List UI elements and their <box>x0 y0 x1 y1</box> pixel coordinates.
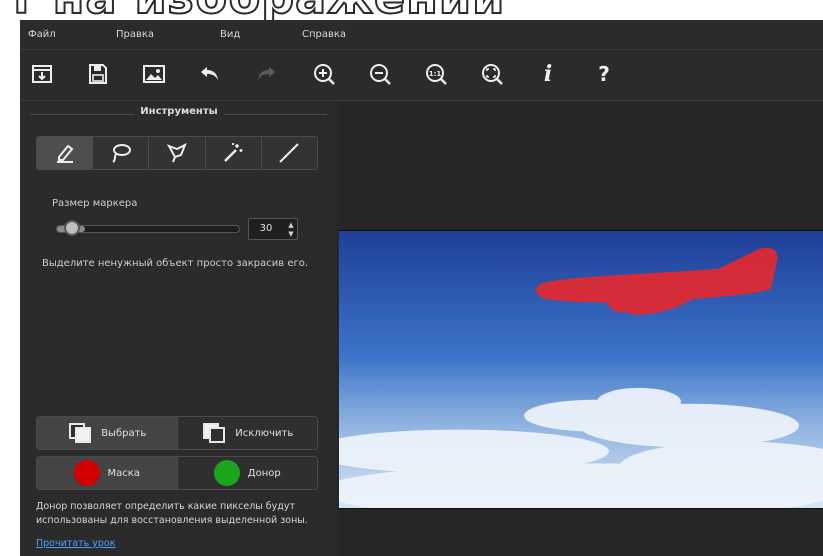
exclude-icon <box>201 422 227 444</box>
marker-icon[interactable] <box>37 137 94 169</box>
donor-color-dot <box>213 460 240 486</box>
page-headline: т на изображении <box>0 0 823 20</box>
zoom-out-icon[interactable] <box>366 60 394 88</box>
tool-selector <box>36 136 318 170</box>
lasso-icon[interactable] <box>93 137 150 169</box>
mask-donor-toggle: Маска Донор <box>36 456 318 490</box>
photo-canvas[interactable] <box>339 230 823 509</box>
donor-label: Донор <box>247 467 281 479</box>
hint-text: Выделите ненужный объект просто закрасив… <box>42 258 309 269</box>
tools-title: Инструменты <box>20 106 338 117</box>
donor-button[interactable]: Донор <box>176 457 318 489</box>
zoom-actual-icon[interactable]: 1:1 <box>422 60 450 88</box>
canvas-area[interactable] <box>339 102 823 556</box>
marker-size-spinbox[interactable]: 30 ▲ ▼ <box>248 218 298 240</box>
menu-view[interactable]: Вид <box>220 29 240 40</box>
select-mode-toggle: Выбрать Исключить <box>36 416 318 450</box>
zoom-in-icon[interactable] <box>310 60 338 88</box>
magic-wand-icon[interactable] <box>206 137 262 169</box>
select-icon <box>67 422 93 444</box>
exclude-label: Исключить <box>235 427 294 439</box>
mask-label: Маска <box>107 467 140 479</box>
exclude-button[interactable]: Исключить <box>176 417 318 449</box>
mask-color-dot <box>73 460 100 486</box>
menu-edit[interactable]: Правка <box>116 29 154 40</box>
image-icon[interactable] <box>140 60 168 88</box>
slider-thumb[interactable] <box>64 220 80 236</box>
polygon-lasso-icon[interactable] <box>149 137 206 169</box>
menu-bar: Файл Правка Вид Справка <box>20 20 823 50</box>
tools-panel: Инструменты Размер маркера 30 ▲ ▼ Выдели… <box>20 102 338 556</box>
menu-help[interactable]: Справка <box>302 29 346 40</box>
redo-icon[interactable] <box>252 60 280 88</box>
app-window: Файл Правка Вид Справка 1:1 i ? Инструме… <box>20 20 823 556</box>
mask-button[interactable]: Маска <box>37 457 177 489</box>
undo-icon[interactable] <box>196 60 224 88</box>
menu-file[interactable]: Файл <box>28 29 56 40</box>
open-icon[interactable] <box>28 60 56 88</box>
help-icon[interactable]: ? <box>590 60 618 88</box>
select-label: Выбрать <box>101 427 147 439</box>
save-icon[interactable] <box>84 60 112 88</box>
spin-down-icon[interactable]: ▼ <box>285 229 297 239</box>
select-button[interactable]: Выбрать <box>37 417 177 449</box>
donor-note: Донор позволяет определить какие пикселы… <box>36 501 308 526</box>
zoom-fit-icon[interactable] <box>478 60 506 88</box>
zoom-actual-label: 1:1 <box>429 70 442 78</box>
lesson-link[interactable]: Прочитать урок <box>36 538 115 549</box>
toolbar: 1:1 i ? <box>20 51 823 101</box>
marker-size-label: Размер маркера <box>52 198 138 209</box>
info-icon[interactable]: i <box>534 60 562 88</box>
line-icon[interactable] <box>262 137 317 169</box>
marker-size-value: 30 <box>259 223 273 234</box>
marker-size-slider[interactable] <box>56 225 240 233</box>
